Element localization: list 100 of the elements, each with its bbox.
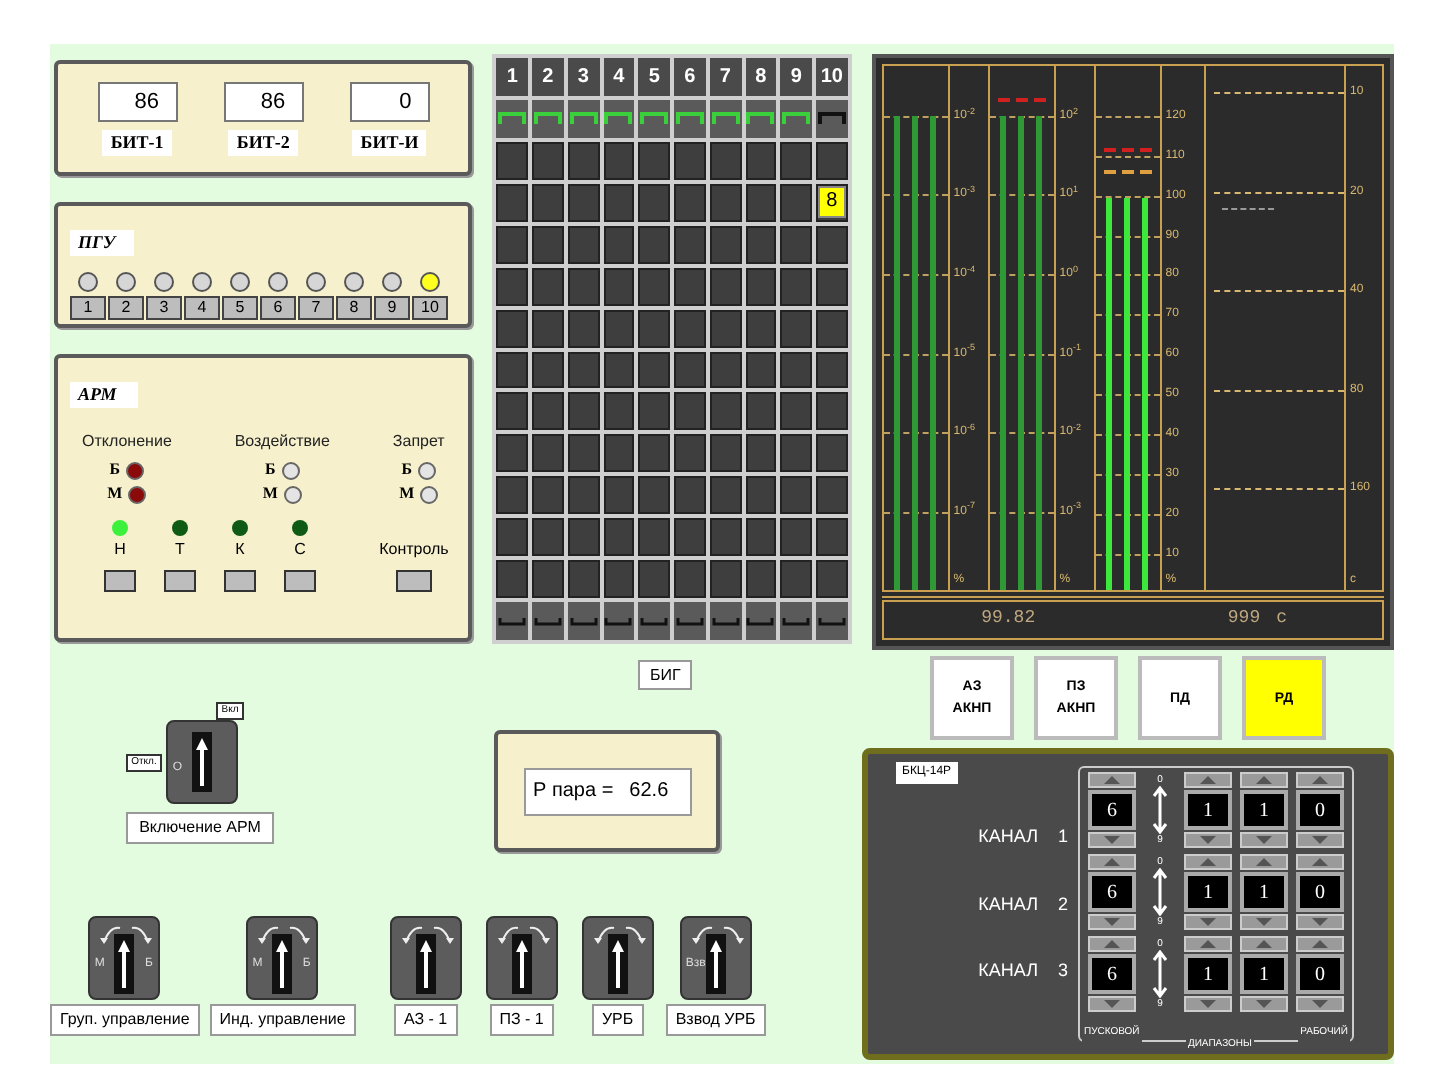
indicator-label: Н	[114, 540, 126, 560]
rotary-switch[interactable]	[581, 916, 654, 1000]
control-label: Контроль	[379, 540, 449, 560]
up-button[interactable]	[1088, 772, 1136, 788]
group-label: Запрет	[392, 432, 445, 452]
channel-button[interactable]: 8	[336, 296, 372, 320]
down-triangle-icon	[1312, 918, 1328, 926]
switch-lever-icon	[415, 934, 436, 994]
square-button[interactable]	[284, 570, 316, 592]
down-triangle-icon	[1256, 1000, 1272, 1008]
grid-cell	[496, 309, 529, 347]
group-label: Отклонение	[82, 432, 172, 452]
control-button[interactable]	[395, 570, 432, 592]
grid-cell	[567, 309, 600, 347]
column-header: 8	[745, 58, 777, 96]
chain-end-icon	[498, 617, 527, 626]
chain-end-icon	[817, 617, 846, 626]
down-button[interactable]	[1088, 996, 1136, 1012]
down-button[interactable]	[1240, 914, 1288, 930]
channel-button[interactable]: 3	[146, 296, 182, 320]
down-button[interactable]	[1184, 996, 1232, 1012]
grid-cell	[745, 392, 777, 431]
channel-button[interactable]: 2	[108, 296, 144, 320]
up-button[interactable]	[1296, 936, 1344, 952]
trend-mark	[1221, 207, 1274, 210]
up-button[interactable]	[1184, 936, 1232, 952]
grid-cell	[532, 476, 564, 515]
up-button[interactable]	[1240, 854, 1288, 870]
switch-caption: Взвод УРБ	[665, 1004, 766, 1036]
counter-label: БИТ-1	[102, 129, 172, 155]
square-button[interactable]	[164, 570, 196, 592]
down-triangle-icon	[1200, 836, 1216, 844]
curved-arrows-icon	[591, 924, 648, 944]
grid-cell	[496, 351, 529, 389]
lamp-label: Б	[265, 460, 276, 480]
down-button[interactable]	[1088, 832, 1136, 848]
up-button[interactable]	[1184, 854, 1232, 870]
rod-marker: 8	[818, 186, 846, 219]
channel-button[interactable]: 7	[298, 296, 334, 320]
grid-cell	[816, 560, 848, 599]
channel-button[interactable]: 5	[222, 296, 258, 320]
digit-display: 1	[1240, 790, 1288, 830]
up-button[interactable]	[1240, 772, 1288, 788]
grid-cell	[780, 434, 813, 473]
column-header: 7	[709, 58, 742, 96]
curved-arrows-icon	[256, 924, 313, 944]
down-button[interactable]	[1088, 914, 1136, 930]
grid-cell	[780, 267, 813, 306]
down-triangle-icon	[1256, 918, 1272, 926]
grid-cell	[780, 560, 813, 599]
up-button[interactable]	[1240, 936, 1288, 952]
lamp-label: М	[399, 484, 415, 504]
square-button[interactable]	[104, 570, 136, 592]
grid-cell	[496, 476, 529, 515]
column-header: 10	[816, 58, 848, 96]
grid-cell	[709, 267, 742, 306]
up-button[interactable]	[1088, 936, 1136, 952]
down-button[interactable]	[1296, 832, 1344, 848]
grid-cell	[780, 309, 813, 347]
down-button[interactable]	[1240, 832, 1288, 848]
channel-button[interactable]: 1	[70, 296, 106, 320]
grid-cell	[709, 225, 742, 264]
down-triangle-icon	[1200, 918, 1216, 926]
digit-display: 1	[1184, 954, 1232, 994]
rotary-switch[interactable]	[485, 916, 558, 1000]
grid-cell	[567, 560, 600, 599]
down-button[interactable]	[1184, 832, 1232, 848]
down-button[interactable]	[1296, 914, 1344, 930]
down-button[interactable]	[1240, 996, 1288, 1012]
grid-cell	[780, 392, 813, 431]
grid-cell	[638, 560, 671, 599]
lamp-label: М	[262, 484, 278, 504]
chain-end-icon	[675, 617, 704, 626]
down-button[interactable]	[1296, 996, 1344, 1012]
up-button[interactable]	[1296, 854, 1344, 870]
grid-cell	[745, 141, 777, 180]
channel-button[interactable]: 6	[260, 296, 296, 320]
grid-cell	[603, 141, 635, 180]
grid-cell	[567, 267, 600, 306]
pressure-label: Р пара =	[533, 778, 614, 806]
double-arrow-icon	[1152, 868, 1168, 916]
up-button[interactable]	[1296, 772, 1344, 788]
channel-button[interactable]: 10	[412, 296, 448, 320]
rotary-switch[interactable]	[389, 916, 462, 1000]
channel-button[interactable]: 9	[374, 296, 410, 320]
grid-cell	[816, 225, 848, 264]
curved-arrows-icon	[98, 924, 155, 944]
digit-display: 0	[1296, 954, 1344, 994]
double-arrow-icon	[1152, 950, 1168, 998]
up-button[interactable]	[1184, 772, 1232, 788]
chain-end-icon	[533, 617, 562, 626]
down-button[interactable]	[1184, 914, 1232, 930]
up-button[interactable]	[1088, 854, 1136, 870]
grid-cell	[638, 225, 671, 264]
grid-cell	[532, 560, 564, 599]
square-button[interactable]	[224, 570, 256, 592]
grid-cell	[816, 309, 848, 347]
grid-cell	[745, 225, 777, 264]
channel-button[interactable]: 4	[184, 296, 220, 320]
grid-cell	[780, 476, 813, 515]
